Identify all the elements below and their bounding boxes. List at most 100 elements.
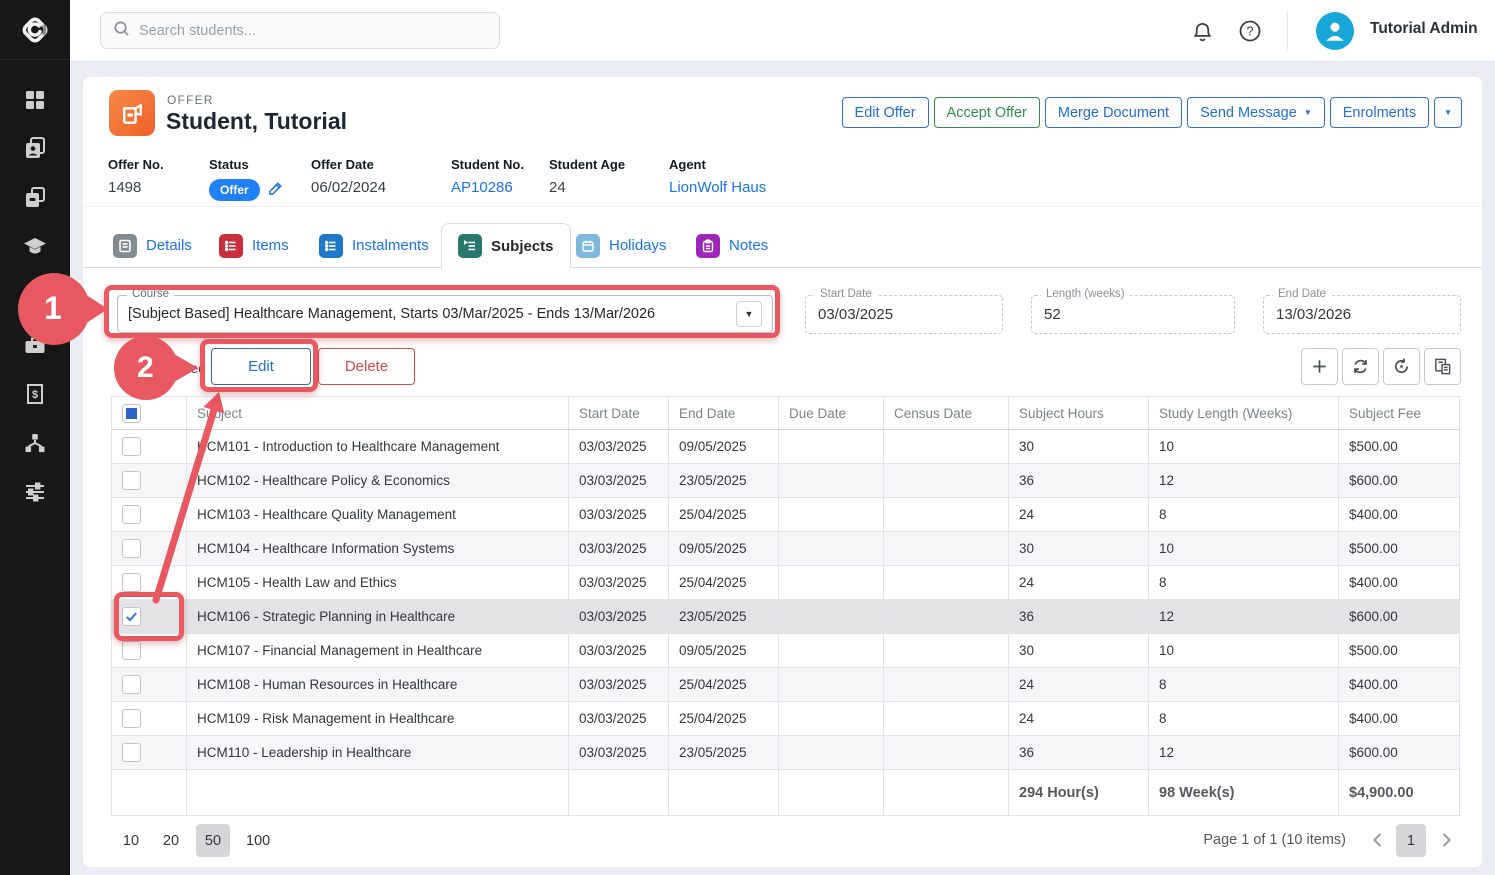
status-label: Status [209,157,283,172]
cell-subject: HCM106 - Strategic Planning in Healthcar… [187,600,569,634]
cell-weeks: 8 [1149,498,1339,532]
user-name[interactable]: Tutorial Admin [1370,20,1478,38]
row-checkbox[interactable] [122,505,141,524]
col-subject-hours[interactable]: Subject Hours [1009,397,1149,430]
table-row[interactable]: HCM105 - Health Law and Ethics03/03/2025… [112,566,1460,600]
next-page-icon[interactable] [1435,827,1457,853]
row-checkbox[interactable] [122,641,141,660]
row-checkbox[interactable] [122,607,141,626]
offer-page-card: OFFER Student, Tutorial Edit Offer Accep… [82,76,1483,868]
row-checkbox-cell [112,702,187,736]
cell-fee: $500.00 [1339,634,1460,668]
col-study-length[interactable]: Study Length (Weeks) [1149,397,1339,430]
help-icon[interactable]: ? [1237,18,1263,44]
courses-icon[interactable] [23,234,47,258]
tab-holidays[interactable]: Holidays [576,223,667,268]
offer-no-field: Offer No. 1498 [108,157,164,196]
cell-due [779,634,884,668]
row-checkbox[interactable] [122,573,141,592]
tab-details[interactable]: Details [113,223,192,268]
cell-weeks: 8 [1149,702,1339,736]
notifications-icon[interactable] [1189,18,1215,44]
student-no-link[interactable]: AP10286 [451,179,513,196]
row-checkbox[interactable] [122,539,141,558]
invoices-icon[interactable]: $ [23,382,47,406]
row-checkbox-cell [112,430,187,464]
page-size-10[interactable]: 10 [114,824,148,857]
end-date-value: 13/03/2026 [1276,306,1351,323]
select-all-checkbox[interactable] [122,404,141,423]
tab-subjects[interactable]: Subjects [441,223,571,269]
cell-fee: $600.00 [1339,464,1460,498]
prev-page-icon[interactable] [1366,827,1388,853]
merge-document-button[interactable]: Merge Document [1045,97,1182,128]
cell-start: 03/03/2025 [569,702,669,736]
table-row[interactable]: HCM101 - Introduction to Healthcare Mana… [112,430,1460,464]
providers-icon[interactable] [23,283,47,307]
tab-notes-label: Notes [729,237,768,254]
page-size-100[interactable]: 100 [240,824,276,857]
offers-icon[interactable] [23,185,47,209]
settings-icon[interactable] [23,480,47,504]
search-input[interactable] [139,23,487,39]
tab-instalments[interactable]: Instalments [319,223,429,268]
page-number[interactable]: 1 [1396,824,1426,857]
accept-offer-button[interactable]: Accept Offer [934,97,1040,128]
start-date-label: Start Date [815,288,877,300]
row-checkbox[interactable] [122,437,141,456]
more-actions-button[interactable]: ▼ [1434,97,1462,128]
cell-weeks: 12 [1149,736,1339,770]
offer-actions: Edit Offer Accept Offer Merge Document S… [842,97,1462,128]
column-chooser-icon[interactable] [1424,348,1461,385]
edit-offer-button[interactable]: Edit Offer [842,97,929,128]
col-due-date[interactable]: Due Date [779,397,884,430]
edit-subject-button[interactable]: Edit [211,348,311,385]
col-start-date[interactable]: Start Date [569,397,669,430]
delete-subject-button[interactable]: Delete [318,348,415,385]
cell-end: 25/04/2025 [669,702,779,736]
avatar[interactable] [1316,12,1354,50]
agent-link[interactable]: LionWolf Haus [669,179,766,196]
table-row[interactable]: HCM109 - Risk Management in Healthcare03… [112,702,1460,736]
dashboard-icon[interactable] [23,88,47,112]
cell-end: 25/04/2025 [669,498,779,532]
students-icon[interactable] [23,136,47,160]
add-subject-button[interactable] [1301,348,1338,385]
col-subject-fee[interactable]: Subject Fee [1339,397,1460,430]
table-row[interactable]: HCM103 - Healthcare Quality Management03… [112,498,1460,532]
row-checkbox[interactable] [122,675,141,694]
col-subject[interactable]: Subject [187,397,569,430]
cell-census [884,600,1009,634]
page-size-50[interactable]: 50 [196,824,230,857]
table-row[interactable]: HCM108 - Human Resources in Healthcare03… [112,668,1460,702]
refresh-icon[interactable] [1342,348,1379,385]
student-search[interactable] [100,12,500,49]
course-select[interactable]: Course [Subject Based] Healthcare Manage… [117,295,773,333]
app-logo[interactable] [0,0,70,60]
edit-status-icon[interactable] [268,181,283,200]
cell-fee: $400.00 [1339,668,1460,702]
col-census-date[interactable]: Census Date [884,397,1009,430]
tab-notes[interactable]: Notes [696,223,768,268]
enrolments-button[interactable]: Enrolments [1330,97,1429,128]
send-message-button[interactable]: Send Message▼ [1187,97,1325,128]
row-checkbox[interactable] [122,471,141,490]
cell-end: 25/04/2025 [669,566,779,600]
agents-icon[interactable] [23,333,47,357]
table-row[interactable]: HCM106 - Strategic Planning in Healthcar… [112,600,1460,634]
history-icon[interactable] [1383,348,1420,385]
network-icon[interactable] [23,431,47,455]
subjects-table: Subject Start Date End Date Due Date Cen… [111,396,1460,816]
table-row[interactable]: HCM102 - Healthcare Policy & Economics03… [112,464,1460,498]
chevron-down-icon[interactable]: ▼ [736,301,762,327]
row-checkbox[interactable] [122,709,141,728]
table-row[interactable]: HCM107 - Financial Management in Healthc… [112,634,1460,668]
cell-hours: 24 [1009,498,1149,532]
col-end-date[interactable]: End Date [669,397,779,430]
table-row[interactable]: HCM110 - Leadership in Healthcare03/03/2… [112,736,1460,770]
tab-items[interactable]: Items [219,223,289,268]
cell-hours: 24 [1009,668,1149,702]
row-checkbox[interactable] [122,743,141,762]
table-row[interactable]: HCM104 - Healthcare Information Systems0… [112,532,1460,566]
page-size-20[interactable]: 20 [154,824,188,857]
